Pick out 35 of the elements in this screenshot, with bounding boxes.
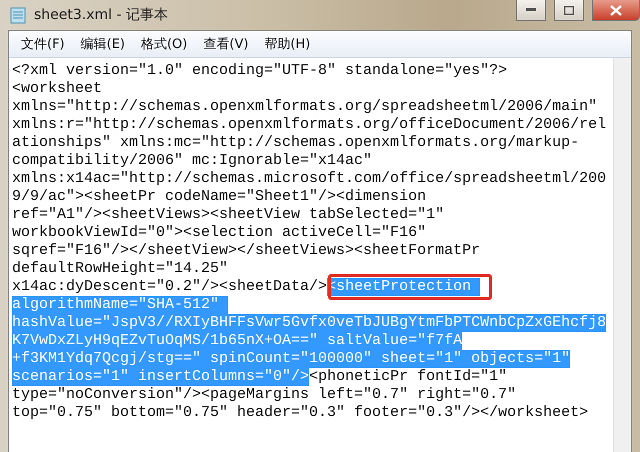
code-text: xmlns:x14ac="http://schemas.microsoft.com/office/spreadsheetml/200 bbox=[12, 170, 606, 188]
code-text: top="0.75" bottom="0.75" header="0.3" footer="0.3"/></worksheet> bbox=[12, 404, 588, 422]
minimize-button[interactable] bbox=[516, 0, 546, 21]
code-text: xmlns="http://schemas.openxmlformats.org/spreadsheetml/2006/main" bbox=[12, 98, 598, 116]
minimize-icon bbox=[526, 8, 536, 12]
selected-text: hashValue="JspV3//RXIyBHFFsVwr5Gvfx0veTbJUBgYtmFbPTCWnbCpZxGEhcfj8 bbox=[12, 314, 606, 332]
code-text: <worksheet bbox=[12, 80, 102, 98]
window-title: sheet3.xml - 记事本 bbox=[34, 6, 168, 24]
code-text: 9/9/ac"><sheetPr codeName="Sheet1"/><dimension bbox=[12, 188, 426, 206]
menu-item[interactable]: 文件(F) bbox=[15, 33, 71, 55]
scrollbar[interactable] bbox=[613, 58, 631, 452]
code-text: type="noConversion"/><pageMargins left="0.7" right="0.7" bbox=[12, 386, 516, 404]
notepad-icon bbox=[10, 6, 26, 24]
code-text: sqref="F16"/></sheetView></sheetViews><sheetFormatPr bbox=[12, 242, 480, 260]
code-text: <phoneticPr fontId="1" bbox=[309, 368, 508, 386]
code-text: <?xml version="1.0" encoding="UTF-8" standalone="yes"?> bbox=[12, 62, 508, 80]
menu-item[interactable]: 帮助(H) bbox=[258, 33, 316, 55]
code-text: x14ac:dyDescent="0.2"/><sheetData/> bbox=[12, 278, 328, 296]
selected-text: K7VwDxZLyH9qEZvTuOqMS/1b65nX+OA==" saltValue="f7fA bbox=[12, 332, 462, 350]
menu-item[interactable]: 格式(O) bbox=[134, 33, 194, 55]
code-text: compatibility/2006" mc:Ignorable="x14ac" bbox=[12, 152, 372, 170]
code-text: ref="A1"/><sheetViews><sheetView tabSelected="1" bbox=[12, 206, 444, 224]
selected-text: +f3KM1Ydq7Qcgj/stg==" spinCount="100000" sheet="1" objects="1" bbox=[12, 350, 570, 368]
code-text: ationships" xmlns:mc="http://schemas.openxmlformats.org/markup- bbox=[12, 134, 580, 152]
code-text: workbookViewId="0"><selection activeCell="F16" bbox=[12, 224, 426, 242]
selected-text: scenarios="1" insertColumns="0"/> bbox=[12, 368, 310, 386]
selected-text: algorithmName="SHA-512" bbox=[12, 296, 228, 314]
menu-item[interactable]: 编辑(E) bbox=[74, 33, 131, 55]
close-icon bbox=[610, 4, 622, 16]
menu-item[interactable]: 查看(V) bbox=[197, 33, 254, 55]
code-text: defaultRowHeight="14.25" bbox=[12, 260, 228, 278]
close-button[interactable] bbox=[592, 0, 640, 21]
code-text: xmlns:r="http://schemas.openxmlformats.org/officeDocument/2006/rel bbox=[12, 116, 606, 134]
maximize-icon bbox=[564, 6, 574, 14]
maximize-button[interactable] bbox=[554, 0, 584, 21]
